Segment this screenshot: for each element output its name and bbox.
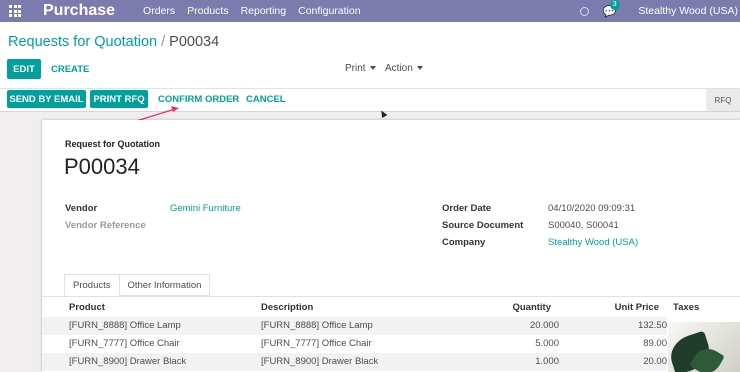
action-dropdown-label: Action: [385, 63, 413, 74]
column-header-description[interactable]: Description: [261, 302, 313, 313]
tab-other-information[interactable]: Other Information: [119, 274, 211, 296]
control-panel: Requests for Quotation / P00034 EDIT CREAT…: [0, 22, 740, 88]
notebook-tabs: Products Other Information: [64, 274, 211, 296]
vendor-reference-label: Vendor Reference: [65, 220, 146, 231]
tab-products[interactable]: Products: [64, 274, 120, 296]
webcam-overlay-image: [668, 322, 740, 372]
order-date-field[interactable]: 04/10/2020 09:09:31: [548, 203, 635, 214]
status-bar: SEND BY EMAIL PRINT RFQ CONFIRM ORDER CA…: [0, 88, 740, 112]
breadcrumb: Requests for Quotation / P00034: [8, 34, 219, 50]
product-cell: [FURN_8900] Drawer Black: [69, 356, 187, 367]
company-switcher[interactable]: Stealthy Wood (USA): [638, 5, 738, 17]
create-button[interactable]: CREATE: [51, 64, 89, 75]
menu-reporting[interactable]: Reporting: [241, 5, 287, 17]
product-cell: [FURN_8888] Office Lamp: [69, 320, 181, 331]
breadcrumb-parent[interactable]: Requests for Quotation: [8, 34, 157, 50]
status-stage-rfq[interactable]: RFQ: [706, 89, 740, 111]
activity-clock-icon[interactable]: [579, 6, 589, 16]
column-header-taxes[interactable]: Taxes: [673, 302, 699, 313]
chat-icon[interactable]: 💬 3: [603, 0, 620, 18]
unit-price-cell: 89.00: [643, 338, 667, 349]
description-cell: [FURN_8888] Office Lamp: [261, 320, 373, 331]
source-document-field[interactable]: S00040, S00041: [548, 220, 619, 231]
column-header-product[interactable]: Product: [69, 302, 105, 313]
product-cell: [FURN_7777] Office Chair: [69, 338, 180, 349]
table-row[interactable]: [FURN_8888] Office Lamp [FURN_8888] Offi…: [42, 317, 667, 335]
column-header-quantity[interactable]: Quantity: [482, 302, 551, 313]
print-dropdown-label: Print: [345, 63, 366, 74]
description-cell: [FURN_7777] Office Chair: [261, 338, 372, 349]
breadcrumb-separator: /: [161, 34, 166, 50]
menu-configuration[interactable]: Configuration: [298, 5, 360, 17]
print-dropdown[interactable]: Print: [345, 63, 376, 74]
form-sheet: Request for Quotation P00034 Vendor Gemi…: [42, 120, 740, 372]
source-document-label: Source Document: [442, 220, 524, 231]
quantity-cell: 20.000: [529, 320, 559, 331]
form-subtitle: Request for Quotation: [65, 139, 160, 149]
app-title: Purchase: [43, 2, 116, 19]
record-name: P00034: [64, 154, 140, 179]
tab-divider: [42, 296, 740, 297]
table-row[interactable]: [FURN_7777] Office Chair [FURN_7777] Off…: [42, 335, 667, 353]
description-cell: [FURN_8900] Drawer Black: [261, 356, 379, 367]
chevron-down-icon: [416, 66, 423, 71]
menu-products[interactable]: Products: [187, 5, 228, 17]
cancel-button[interactable]: CANCEL: [246, 94, 286, 105]
company-field[interactable]: Stealthy Wood (USA): [548, 237, 638, 248]
breadcrumb-current: P00034: [169, 34, 220, 50]
unit-price-cell: 20.00: [643, 356, 667, 367]
quantity-cell: 5.000: [535, 338, 559, 349]
action-dropdown[interactable]: Action: [385, 63, 423, 74]
edit-button[interactable]: EDIT: [7, 59, 41, 79]
top-navbar: Purchase Orders Products Reporting Confi…: [0, 0, 740, 22]
send-by-email-button[interactable]: SEND BY EMAIL: [7, 90, 86, 108]
vendor-field[interactable]: Gemini Furniture: [170, 203, 241, 214]
column-header-unit-price[interactable]: Unit Price: [602, 302, 659, 313]
vendor-label: Vendor: [65, 203, 98, 214]
chevron-down-icon: [369, 66, 376, 71]
apps-menu-icon[interactable]: [0, 0, 30, 22]
order-date-label: Order Date: [442, 203, 492, 214]
confirm-order-button[interactable]: CONFIRM ORDER: [158, 94, 239, 105]
table-row[interactable]: [FURN_8900] Drawer Black [FURN_8900] Dra…: [42, 353, 667, 371]
print-rfq-button[interactable]: PRINT RFQ: [90, 90, 148, 108]
quantity-cell: 1.000: [535, 356, 559, 367]
unit-price-cell: 132.50: [637, 320, 667, 331]
chat-badge: 3: [609, 0, 620, 10]
menu-orders[interactable]: Orders: [143, 5, 175, 17]
company-label: Company: [442, 237, 486, 248]
